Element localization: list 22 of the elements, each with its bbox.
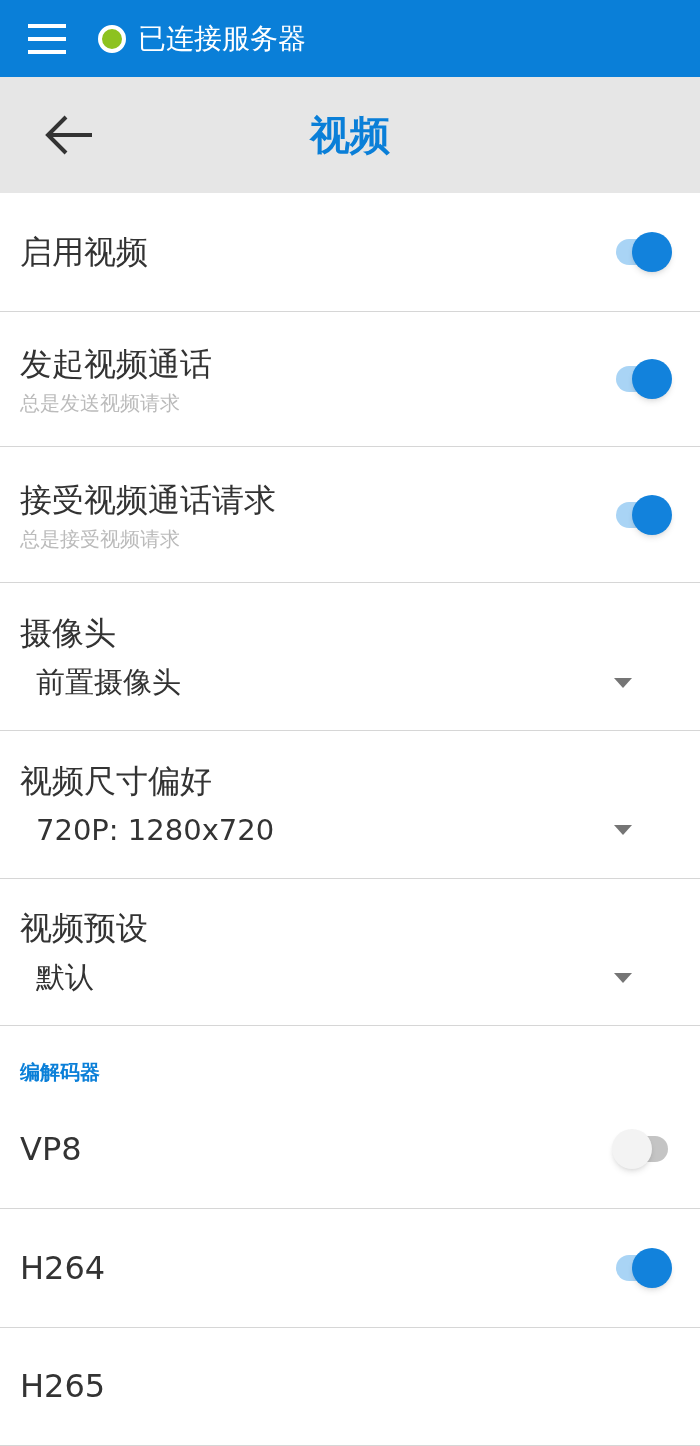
setting-title: 摄像头 (20, 613, 117, 654)
setting-title: H265 (20, 1366, 106, 1408)
setting-title: 接受视频通话请求 (20, 479, 276, 521)
caret-icon (614, 825, 632, 836)
setting-subtitle: 总是发送视频请求 (20, 390, 181, 417)
back-arrow-icon[interactable] (44, 115, 94, 155)
setting-title: H264 (20, 1247, 106, 1289)
dropdown-field[interactable]: 前置摄像头 (20, 661, 680, 705)
menu-icon[interactable] (28, 23, 66, 54)
page-title: 视频 (310, 111, 390, 160)
section-heading: 编解码器 (20, 1058, 100, 1086)
setting-subtitle: 总是接受视频请求 (20, 525, 181, 553)
setting-title: 视频尺寸偏好 (20, 760, 213, 802)
setting-title: 启用视频 (20, 231, 148, 273)
setting-title: 视频预设 (20, 908, 149, 950)
dropdown-field[interactable]: 默认 (20, 956, 680, 1000)
connection-status: 已连接服务器 (138, 20, 306, 57)
caret-icon (614, 973, 632, 983)
setting-title: VP8 (20, 1129, 82, 1171)
caret-icon (614, 677, 632, 688)
setting-title: 发起视频通话 (20, 344, 212, 385)
dropdown-field[interactable]: 720P: 1280x720 (20, 808, 680, 853)
